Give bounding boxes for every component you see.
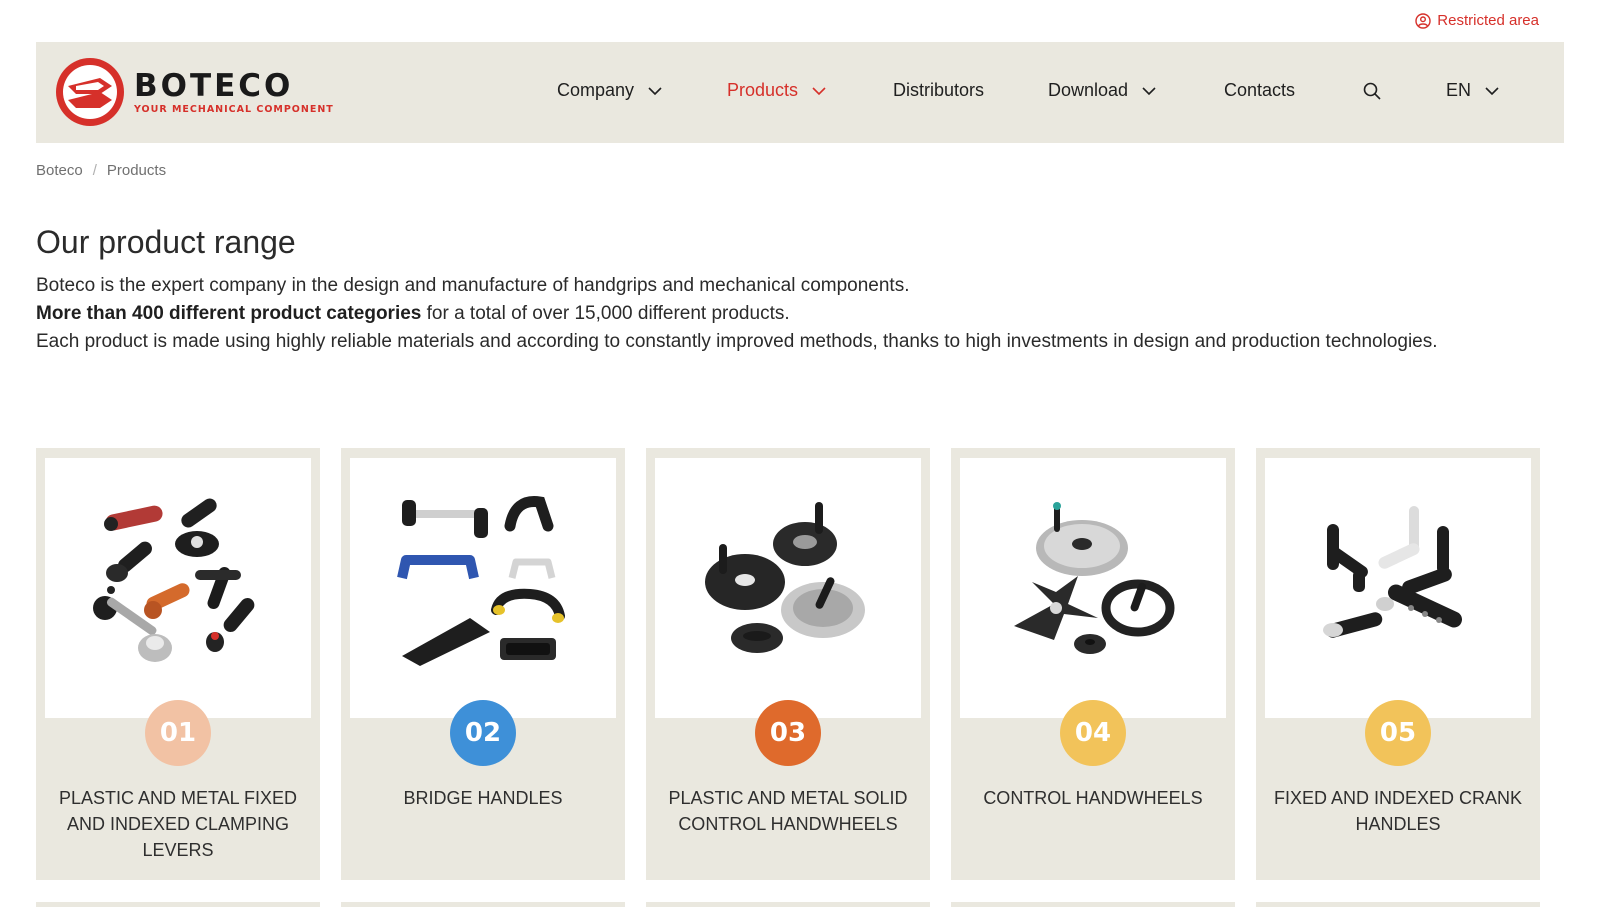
product-number-badge: 01 bbox=[145, 700, 211, 766]
intro-line-1: Boteco is the expert company in the desi… bbox=[36, 275, 910, 296]
product-title: PLASTIC AND METAL FIXED AND INDEXED CLAM… bbox=[58, 788, 298, 860]
breadcrumb-separator: / bbox=[92, 162, 97, 179]
product-title: FIXED AND INDEXED CRANK HANDLES bbox=[1273, 788, 1523, 834]
product-card-03[interactable]: 03 PLASTIC AND METAL SOLID CONTROL HANDW… bbox=[646, 448, 930, 880]
nav-download[interactable]: Download bbox=[1048, 80, 1156, 101]
product-card-peek bbox=[646, 902, 930, 907]
chevron-down-icon bbox=[1485, 86, 1499, 95]
product-image-clamping-levers bbox=[45, 458, 311, 718]
chevron-down-icon bbox=[648, 86, 662, 95]
breadcrumb-home[interactable]: Boteco bbox=[36, 162, 83, 179]
nav-products[interactable]: Products bbox=[727, 80, 826, 101]
restricted-area-label: Restricted area bbox=[1437, 12, 1539, 29]
user-circle-icon bbox=[1415, 12, 1431, 29]
main-header: BOTECO YOUR MECHANICAL COMPONENT Company… bbox=[36, 42, 1564, 143]
nav-download-label: Download bbox=[1048, 80, 1129, 100]
product-number-badge: 03 bbox=[755, 700, 821, 766]
product-card-05[interactable]: 05 FIXED AND INDEXED CRANK HANDLES bbox=[1256, 448, 1540, 880]
product-card-peek bbox=[1256, 902, 1540, 907]
restricted-area-link[interactable]: Restricted area bbox=[1415, 12, 1539, 29]
top-bar: Restricted area bbox=[0, 0, 1600, 42]
product-card-04[interactable]: 04 CONTROL HANDWHEELS bbox=[951, 448, 1235, 880]
language-label: EN bbox=[1446, 80, 1472, 100]
product-number-badge: 02 bbox=[450, 700, 516, 766]
product-image-bridge-handles bbox=[350, 458, 616, 718]
product-card-peek bbox=[36, 902, 320, 907]
search-button[interactable] bbox=[1363, 82, 1381, 100]
nav-company-label: Company bbox=[557, 80, 635, 100]
nav-products-label: Products bbox=[727, 80, 799, 100]
product-card-peek bbox=[341, 902, 625, 907]
product-title: PLASTIC AND METAL SOLID CONTROL HANDWHEE… bbox=[668, 788, 908, 834]
product-title: CONTROL HANDWHEELS bbox=[983, 788, 1203, 808]
main-nav: Company Products Distributors Download C… bbox=[36, 42, 1564, 143]
product-grid: 01 PLASTIC AND METAL FIXED AND INDEXED C… bbox=[36, 448, 1564, 880]
product-title: BRIDGE HANDLES bbox=[403, 788, 563, 808]
chevron-down-icon bbox=[812, 86, 826, 95]
nav-contacts[interactable]: Contacts bbox=[1224, 80, 1295, 101]
chevron-down-icon bbox=[1142, 86, 1156, 95]
page-title: Our product range bbox=[36, 224, 296, 260]
search-icon bbox=[1363, 82, 1381, 100]
intro-line-3: Each product is made using highly reliab… bbox=[36, 331, 1438, 352]
product-card-02[interactable]: 02 BRIDGE HANDLES bbox=[341, 448, 625, 880]
nav-distributors[interactable]: Distributors bbox=[893, 80, 984, 101]
nav-contacts-label: Contacts bbox=[1224, 80, 1296, 100]
breadcrumb: Boteco / Products bbox=[36, 162, 166, 179]
intro-line-2: More than 400 different product categori… bbox=[36, 300, 1546, 328]
intro-text: Boteco is the expert company in the desi… bbox=[36, 272, 1546, 356]
nav-distributors-label: Distributors bbox=[893, 80, 985, 100]
product-card-peek bbox=[951, 902, 1235, 907]
product-number-badge: 05 bbox=[1365, 700, 1431, 766]
product-image-crank-handles bbox=[1265, 458, 1531, 718]
intro-line-2-bold: More than 400 different product categori… bbox=[36, 303, 422, 324]
product-card-01[interactable]: 01 PLASTIC AND METAL FIXED AND INDEXED C… bbox=[36, 448, 320, 880]
product-image-solid-handwheels bbox=[655, 458, 921, 718]
language-selector[interactable]: EN bbox=[1446, 80, 1499, 101]
product-image-control-handwheels bbox=[960, 458, 1226, 718]
product-number-badge: 04 bbox=[1060, 700, 1126, 766]
nav-company[interactable]: Company bbox=[557, 80, 662, 101]
intro-line-2-rest: for a total of over 15,000 different pro… bbox=[421, 303, 790, 324]
breadcrumb-current: Products bbox=[106, 162, 167, 179]
